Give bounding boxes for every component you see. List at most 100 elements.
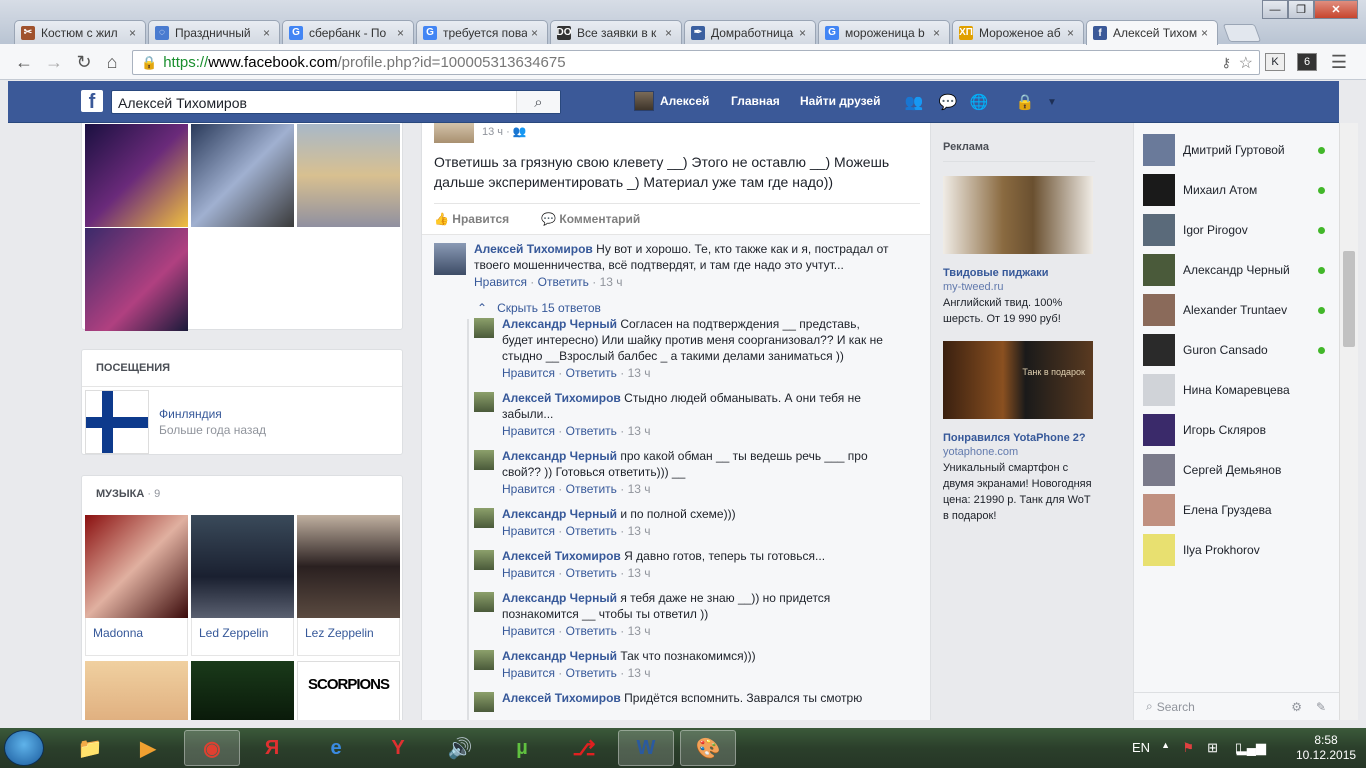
close-tab-icon[interactable]: × xyxy=(397,26,407,40)
browser-tab[interactable]: Gсбербанк - По × xyxy=(282,20,414,44)
like-link[interactable]: Нравится xyxy=(502,424,555,438)
comment-author[interactable]: Александр Черный xyxy=(502,649,617,663)
close-tab-icon[interactable]: × xyxy=(263,26,273,40)
reply-link[interactable]: Ответить xyxy=(566,424,617,438)
page-scrollbar[interactable] xyxy=(1339,123,1358,720)
avatar[interactable] xyxy=(634,91,654,111)
address-bar[interactable]: 🔒 https://www.facebook.com/profile.php?i… xyxy=(132,50,1260,75)
like-link[interactable]: Нравится xyxy=(474,275,527,289)
chat-friend-item[interactable]: Нина Комаревцева xyxy=(1143,374,1333,406)
reply-link[interactable]: Ответить xyxy=(566,482,617,496)
ad-title[interactable]: Твидовые пиджаки xyxy=(943,267,1095,279)
close-tab-icon[interactable]: × xyxy=(1067,26,1077,40)
like-link[interactable]: Нравится xyxy=(502,482,555,496)
photo-thumb[interactable] xyxy=(85,228,188,331)
photo-thumb[interactable] xyxy=(85,124,188,227)
media-player-icon[interactable]: ▶ xyxy=(120,730,176,766)
chat-friend-item[interactable]: Александр Черный xyxy=(1143,254,1333,286)
back-arrow-icon[interactable]: ← xyxy=(14,52,34,72)
extension-k-icon[interactable]: K xyxy=(1265,53,1285,71)
forward-arrow-icon[interactable]: → xyxy=(44,52,64,72)
close-tab-icon[interactable]: × xyxy=(531,26,541,40)
ad-title[interactable]: Понравился YotaPhone 2? xyxy=(943,432,1095,444)
browser-tab[interactable]: Gтребуется пова × xyxy=(416,20,548,44)
comment-avatar[interactable] xyxy=(434,243,466,275)
ad-image-yotaphone[interactable]: Танк в подарок xyxy=(943,341,1093,419)
new-tab-button[interactable] xyxy=(1222,24,1262,42)
friend-requests-icon[interactable]: 👥 xyxy=(904,93,924,111)
chat-friend-item[interactable]: Сергей Демьянов xyxy=(1143,454,1333,486)
ad-url[interactable]: my-tweed.ru xyxy=(943,281,1095,293)
music-item-led-zeppelin[interactable]: Led Zeppelin xyxy=(191,515,294,656)
privacy-lock-icon[interactable]: 🔒 xyxy=(1015,93,1035,111)
like-link[interactable]: Нравится xyxy=(502,666,555,680)
internet-explorer-icon[interactable]: e xyxy=(308,730,364,766)
browser-tab[interactable]: ✒ Домработница × xyxy=(684,20,816,44)
like-link[interactable]: Нравится xyxy=(502,566,555,580)
home-link[interactable]: Главная xyxy=(731,94,780,108)
browser-tab[interactable]: Gмороженица b × xyxy=(818,20,950,44)
maximize-button[interactable]: ❐ xyxy=(1288,0,1314,19)
comment-author[interactable]: Алексей Тихомиров xyxy=(502,391,621,405)
chevron-down-icon[interactable]: ▼ xyxy=(1042,93,1062,111)
like-link[interactable]: Нравится xyxy=(502,366,555,380)
comment-author[interactable]: Алексей Тихомиров xyxy=(474,242,593,256)
reply-link[interactable]: Ответить xyxy=(566,566,617,580)
gear-icon[interactable]: ⚙ xyxy=(1291,700,1302,714)
chat-friend-item[interactable]: Alexander Truntaev xyxy=(1143,294,1333,326)
close-tab-icon[interactable]: × xyxy=(665,26,675,40)
browser-tab[interactable]: ◌ Праздничный × xyxy=(148,20,280,44)
comment-avatar[interactable] xyxy=(474,392,494,412)
bookmark-star-icon[interactable]: ☆ xyxy=(1239,53,1253,73)
comment-author[interactable]: Александр Черный xyxy=(502,449,617,463)
comment-author[interactable]: Александр Черный xyxy=(502,317,617,331)
comment-avatar[interactable] xyxy=(474,318,494,338)
acrobat-icon[interactable]: ⎇ xyxy=(556,730,612,766)
close-tab-icon[interactable]: × xyxy=(799,26,809,40)
music-label[interactable]: Madonna xyxy=(85,618,188,656)
ad-url[interactable]: yotaphone.com xyxy=(943,446,1095,458)
search-icon[interactable]: ⌕ xyxy=(516,91,560,113)
comment-avatar[interactable] xyxy=(474,508,494,528)
menu-icon[interactable]: ☰ xyxy=(1329,52,1349,72)
comment-author[interactable]: Александр Черный xyxy=(502,591,617,605)
comment-time[interactable]: 13 ч xyxy=(628,666,651,680)
profile-link[interactable]: Алексей xyxy=(660,94,709,108)
music-thumb[interactable] xyxy=(85,661,188,720)
minimize-button[interactable]: — xyxy=(1262,0,1288,19)
comment-time[interactable]: 13 ч xyxy=(628,566,651,580)
reply-link[interactable]: Ответить xyxy=(566,666,617,680)
yandex-browser-icon[interactable]: Y xyxy=(370,730,426,766)
music-label[interactable]: Lez Zeppelin xyxy=(297,618,400,656)
comment-time[interactable]: 13 ч xyxy=(628,624,651,638)
home-icon[interactable]: ⌂ xyxy=(102,52,122,72)
chat-friend-item[interactable]: Игорь Скляров xyxy=(1143,414,1333,446)
comment-avatar[interactable] xyxy=(474,550,494,570)
music-label[interactable]: Led Zeppelin xyxy=(191,618,294,656)
extension-badge-icon[interactable]: 6 xyxy=(1297,53,1317,71)
comment-author[interactable]: Алексей Тихомиров xyxy=(502,691,621,705)
music-thumb[interactable] xyxy=(191,661,294,720)
reply-link[interactable]: Ответить xyxy=(538,275,589,289)
music-item-lez-zeppelin[interactable]: Lez Zeppelin xyxy=(297,515,400,656)
key-icon[interactable]: ⚷ xyxy=(1221,55,1231,71)
clock[interactable]: 8:58 10.12.2015 xyxy=(1296,733,1356,763)
explorer-icon[interactable]: 📁 xyxy=(62,730,118,766)
chat-friend-item[interactable]: Михаил Атом xyxy=(1143,174,1333,206)
scorpions-logo[interactable]: SCORPIONS xyxy=(297,661,400,720)
audience-friends-icon[interactable]: 👥 xyxy=(513,126,527,138)
chrome-icon[interactable]: ◉ xyxy=(184,730,240,766)
close-tab-icon[interactable]: × xyxy=(933,26,943,40)
speaker-app-icon[interactable]: 🔊 xyxy=(432,730,488,766)
photo-thumb[interactable] xyxy=(297,124,400,227)
comment-button[interactable]: 💬 Комментарий xyxy=(541,212,640,226)
close-window-button[interactable]: ✕ xyxy=(1314,0,1358,19)
scrollbar-thumb[interactable] xyxy=(1343,251,1355,347)
like-link[interactable]: Нравится xyxy=(502,624,555,638)
paint-icon[interactable]: 🎨 xyxy=(680,730,736,766)
comment-time[interactable]: 13 ч xyxy=(628,524,651,538)
windows-icon[interactable]: ⊞ xyxy=(1207,740,1218,756)
browser-tab[interactable]: ХП Мороженое аб × xyxy=(952,20,1084,44)
like-link[interactable]: Нравится xyxy=(502,524,555,538)
comment-time[interactable]: 13 ч xyxy=(628,482,651,496)
